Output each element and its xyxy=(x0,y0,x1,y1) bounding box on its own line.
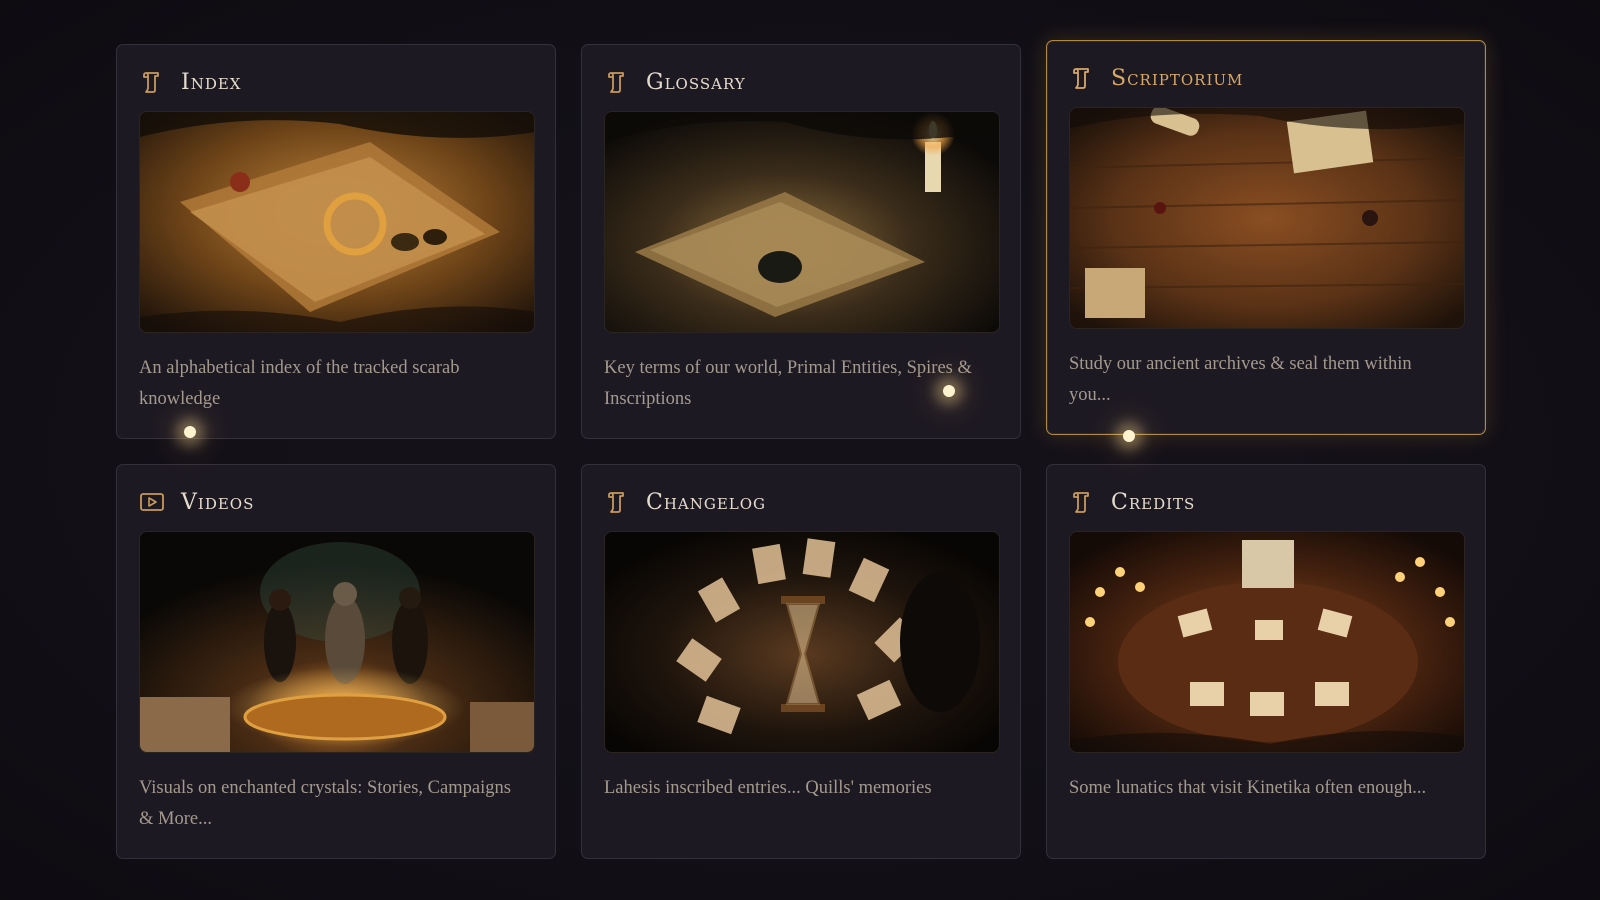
card-image-credits xyxy=(1069,531,1465,753)
glow-spark xyxy=(1123,430,1135,442)
card-image-index xyxy=(139,111,535,333)
card-header: Glossary xyxy=(604,67,998,97)
section-card-grid: Index An alphabetical index of the track… xyxy=(116,40,1486,859)
scroll-icon xyxy=(1069,65,1095,91)
card-description: Visuals on enchanted crystals: Stories, … xyxy=(139,778,511,829)
card-title: Credits xyxy=(1111,489,1196,515)
card-title: Index xyxy=(181,69,242,95)
scroll-icon xyxy=(604,69,630,95)
card-changelog[interactable]: Changelog Lahesis inscribed entries... Q… xyxy=(581,464,1021,859)
card-scriptorium[interactable]: Scriptorium Study our ancient archives &… xyxy=(1046,40,1486,435)
scroll-icon xyxy=(139,69,165,95)
card-header: Changelog xyxy=(604,487,998,517)
glow-spark xyxy=(184,426,196,438)
card-glossary[interactable]: Glossary Key terms of our world, Primal … xyxy=(581,44,1021,439)
card-title: Scriptorium xyxy=(1111,65,1244,91)
card-image-scriptorium xyxy=(1069,107,1465,329)
card-title: Changelog xyxy=(646,489,767,515)
video-icon xyxy=(139,489,165,515)
card-description: Some lunatics that visit Kinetika often … xyxy=(1069,778,1427,798)
card-description: Lahesis inscribed entries... Quills' mem… xyxy=(604,778,932,798)
card-header: Index xyxy=(139,67,533,97)
card-header: Videos xyxy=(139,487,533,517)
card-header: Scriptorium xyxy=(1069,63,1463,93)
card-header: Credits xyxy=(1069,487,1463,517)
card-image-changelog xyxy=(604,531,1000,753)
card-image-videos xyxy=(139,531,535,753)
card-description: Study our ancient archives & seal them w… xyxy=(1069,354,1412,405)
scroll-icon xyxy=(1069,489,1095,515)
card-image-glossary xyxy=(604,111,1000,333)
card-credits[interactable]: Credits Some lunatics that visit Kinetik… xyxy=(1046,464,1486,859)
card-title: Videos xyxy=(181,489,255,515)
card-index[interactable]: Index An alphabetical index of the track… xyxy=(116,44,556,439)
card-description: Key terms of our world, Primal Entities,… xyxy=(604,358,972,409)
card-videos[interactable]: Videos Visuals on enchanted crystals: St… xyxy=(116,464,556,859)
card-description: An alphabetical index of the tracked sca… xyxy=(139,358,460,409)
scroll-icon xyxy=(604,489,630,515)
card-title: Glossary xyxy=(646,69,746,95)
glow-spark xyxy=(943,385,955,397)
